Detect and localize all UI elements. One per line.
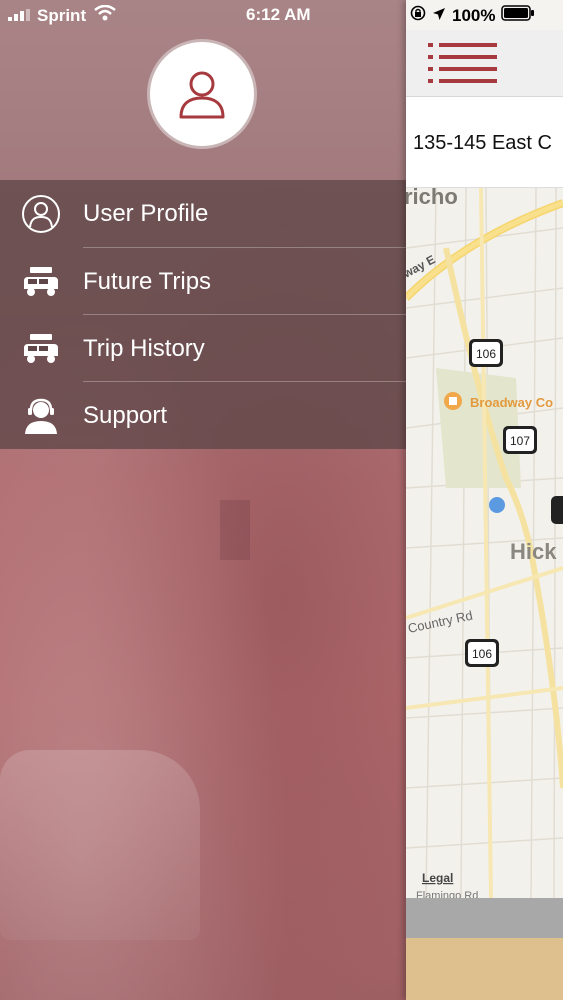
map-view[interactable]: 106 107 106 richo way E Broadway Co Hick… <box>406 188 563 900</box>
carrier-group: Sprint <box>8 4 116 26</box>
pickup-address[interactable]: 135-145 East C <box>413 132 552 155</box>
route-shield-106: 106 <box>469 339 503 367</box>
car-luggage-icon <box>20 261 62 303</box>
user-circle-icon <box>20 193 62 235</box>
svg-text:Legal: Legal <box>422 871 453 885</box>
carrier-name: Sprint <box>37 5 87 25</box>
svg-text:Broadway Co: Broadway Co <box>470 395 553 410</box>
status-bar: Sprint 6:12 AM 100% <box>0 0 563 30</box>
menu-item-label: Trip History <box>83 334 205 362</box>
menu-item-label: Support <box>83 401 168 429</box>
battery-percent: 100% <box>452 5 496 25</box>
svg-text:106: 106 <box>476 347 496 361</box>
menu-item-label: Future Trips <box>83 267 212 295</box>
user-icon <box>179 71 225 119</box>
hamburger-menu-icon[interactable] <box>428 40 498 91</box>
route-shield-106: 106 <box>465 639 499 667</box>
signal-icon <box>8 6 32 26</box>
top-bar <box>406 30 563 97</box>
car-luggage-icon <box>20 328 62 370</box>
route-shield-107: 107 <box>503 426 537 454</box>
map-footer-bar <box>406 898 563 938</box>
battery-icon <box>501 5 535 26</box>
drawer-menu: User Profile Future Trips Trip History S… <box>0 180 406 449</box>
location-arrow-icon <box>432 6 446 26</box>
wifi-icon <box>94 4 116 26</box>
svg-text:106: 106 <box>472 647 492 661</box>
clock: 6:12 AM <box>246 5 311 24</box>
svg-text:Hick: Hick <box>510 539 557 564</box>
side-drawer: User Profile Future Trips Trip History S… <box>0 0 406 1000</box>
bottom-action-bar[interactable] <box>406 938 563 1000</box>
map-screen: 135-145 East C 106 107 106 richo way E B… <box>406 0 563 1000</box>
menu-item-label: User Profile <box>83 199 209 227</box>
headset-agent-icon <box>20 395 62 437</box>
menu-item-future-trips[interactable]: Future Trips <box>0 248 406 315</box>
svg-text:richo: richo <box>406 188 458 209</box>
rotation-lock-icon <box>410 5 426 26</box>
menu-item-trip-history[interactable]: Trip History <box>0 315 406 382</box>
status-right-group: 100% <box>410 5 535 26</box>
menu-item-user-profile[interactable]: User Profile <box>0 180 406 247</box>
background-photo-detail <box>220 500 250 560</box>
background-photo <box>0 750 200 940</box>
avatar[interactable] <box>147 39 257 149</box>
menu-item-support[interactable]: Support <box>0 382 406 449</box>
svg-text:107: 107 <box>510 434 530 448</box>
